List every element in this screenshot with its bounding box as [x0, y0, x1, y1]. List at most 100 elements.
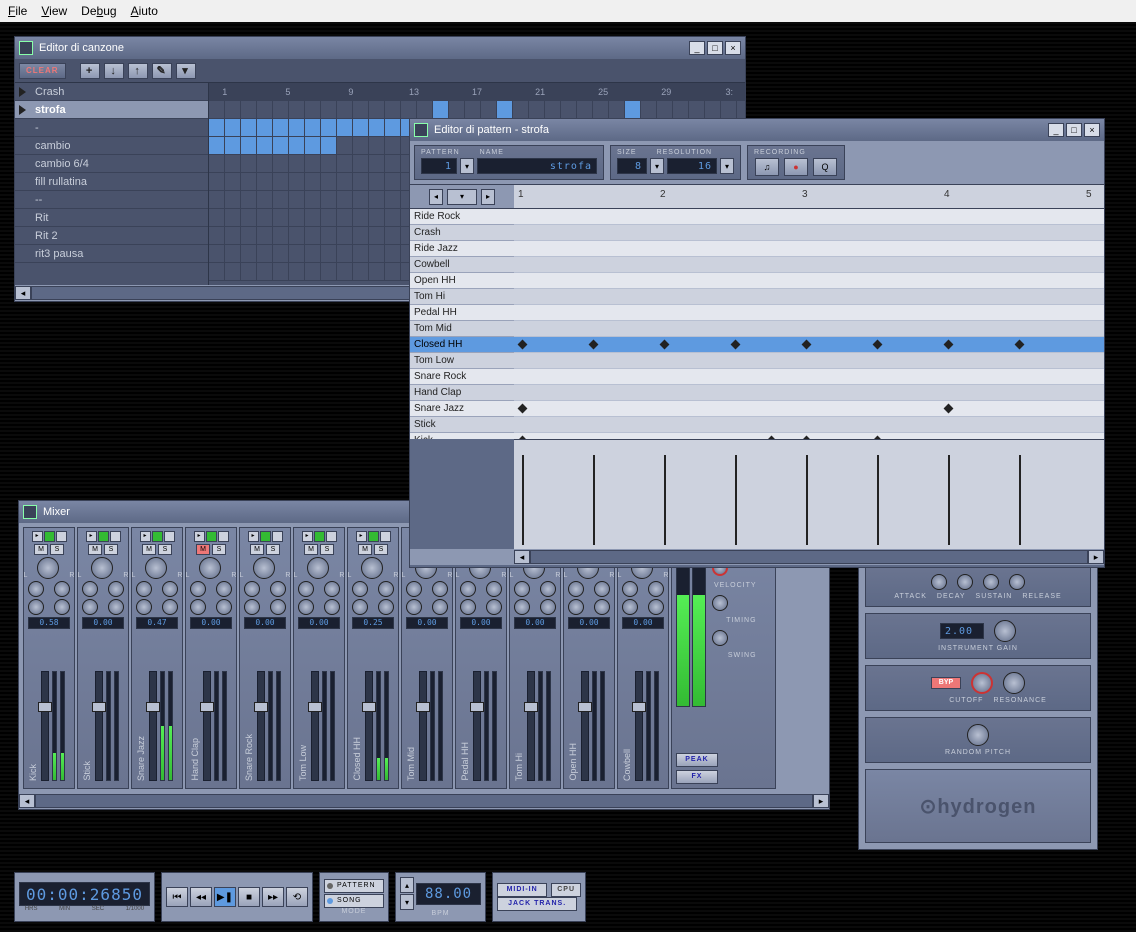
menu-file[interactable]: FFileile: [8, 4, 27, 18]
grid-cell[interactable]: [225, 209, 241, 226]
grid-cell[interactable]: [385, 101, 401, 118]
instrument-row[interactable]: Snare Rock: [410, 369, 514, 385]
grid-cell[interactable]: [353, 227, 369, 244]
bpm-display[interactable]: 88.00: [416, 883, 481, 905]
close-button[interactable]: ×: [1084, 123, 1100, 137]
edit-button[interactable]: [380, 531, 391, 542]
grid-cell[interactable]: [369, 155, 385, 172]
grid-cell[interactable]: [369, 173, 385, 190]
play-trigger-button[interactable]: ▸: [248, 531, 259, 542]
grid-cell[interactable]: [305, 191, 321, 208]
fx4-knob[interactable]: [216, 599, 232, 615]
note[interactable]: [518, 404, 528, 414]
edit-button[interactable]: [326, 531, 337, 542]
grid-cell[interactable]: [289, 119, 305, 136]
fx4-knob[interactable]: [324, 599, 340, 615]
zoom-out-button[interactable]: ◂: [429, 189, 443, 205]
grid-cell[interactable]: [273, 245, 289, 262]
velocity-knob[interactable]: [712, 595, 728, 611]
grid-cell[interactable]: [225, 155, 241, 172]
grid-cell[interactable]: [353, 119, 369, 136]
fx4-knob[interactable]: [486, 599, 502, 615]
grid-cell[interactable]: [209, 227, 225, 244]
instrument-row[interactable]: Ride Rock: [410, 209, 514, 225]
grid-cell[interactable]: [353, 209, 369, 226]
pan-knob[interactable]: [307, 557, 329, 579]
grid-cell[interactable]: [257, 173, 273, 190]
fx4-knob[interactable]: [270, 599, 286, 615]
pattern-row[interactable]: cambio 6/4: [15, 155, 208, 173]
note[interactable]: [660, 340, 670, 350]
grid-cell[interactable]: [337, 173, 353, 190]
random-pitch-knob[interactable]: [967, 724, 989, 746]
grid-cell[interactable]: [241, 209, 257, 226]
grid-cell[interactable]: [337, 155, 353, 172]
decay-knob[interactable]: [957, 574, 973, 590]
grid-cell[interactable]: [241, 155, 257, 172]
loop-button[interactable]: ⟲: [286, 887, 308, 907]
grid-cell[interactable]: [305, 227, 321, 244]
zoom-in-button[interactable]: ▸: [481, 189, 495, 205]
mute-button[interactable]: M: [358, 544, 372, 555]
grid-cell[interactable]: [481, 101, 497, 118]
instrument-row[interactable]: Ride Jazz: [410, 241, 514, 257]
pan-knob[interactable]: [37, 557, 59, 579]
grid-cell[interactable]: [369, 227, 385, 244]
resonance-knob[interactable]: [1003, 672, 1025, 694]
grid-cell[interactable]: [385, 191, 401, 208]
grid-cell[interactable]: [385, 263, 401, 280]
grid-cell[interactable]: [385, 173, 401, 190]
bpm-down-button[interactable]: ▾: [400, 894, 414, 910]
grid-cell[interactable]: [321, 173, 337, 190]
grid-cell[interactable]: [273, 119, 289, 136]
edit-button[interactable]: [164, 531, 175, 542]
note[interactable]: [873, 340, 883, 350]
grid-cell[interactable]: [305, 101, 321, 118]
solo-button[interactable]: S: [104, 544, 118, 555]
grid-cell[interactable]: [257, 155, 273, 172]
grid-cell[interactable]: [225, 191, 241, 208]
solo-button[interactable]: S: [50, 544, 64, 555]
grid-cell[interactable]: [321, 263, 337, 280]
grid-cell[interactable]: [385, 227, 401, 244]
mixer-hscroll[interactable]: ◂▸: [19, 793, 829, 809]
grid-cell[interactable]: [273, 137, 289, 154]
volume-fader[interactable]: [473, 671, 481, 781]
size-dropdown[interactable]: ▾: [650, 158, 664, 174]
grid-cell[interactable]: [225, 227, 241, 244]
minimize-button[interactable]: _: [1048, 123, 1064, 137]
grid-cell[interactable]: [289, 191, 305, 208]
stop-button[interactable]: ■: [238, 887, 260, 907]
grid-cell[interactable]: [289, 245, 305, 262]
instrument-row[interactable]: Pedal HH: [410, 305, 514, 321]
pan-knob[interactable]: [91, 557, 113, 579]
grid-cell[interactable]: [305, 119, 321, 136]
grid-cell[interactable]: [241, 137, 257, 154]
grid-cell[interactable]: [305, 137, 321, 154]
options-button[interactable]: ▾: [176, 63, 196, 79]
grid-cell[interactable]: [209, 155, 225, 172]
fx1-knob[interactable]: [244, 581, 260, 597]
note[interactable]: [1015, 340, 1025, 350]
fx3-knob[interactable]: [190, 599, 206, 615]
volume-fader[interactable]: [527, 671, 535, 781]
fx2-knob[interactable]: [108, 581, 124, 597]
fx3-knob[interactable]: [244, 599, 260, 615]
fx3-knob[interactable]: [568, 599, 584, 615]
grid-cell[interactable]: [337, 227, 353, 244]
instrument-row[interactable]: Cowbell: [410, 257, 514, 273]
pattern-number[interactable]: 1: [421, 158, 457, 174]
grid-cell[interactable]: [289, 137, 305, 154]
grid-cell[interactable]: [353, 101, 369, 118]
grid-cell[interactable]: [353, 137, 369, 154]
pattern-row[interactable]: fill rullatina: [15, 173, 208, 191]
grid-cell[interactable]: [305, 173, 321, 190]
grid-cell[interactable]: [705, 101, 721, 118]
pattern-hscroll[interactable]: ◂▸: [410, 549, 1104, 565]
mute-button[interactable]: M: [88, 544, 102, 555]
grid-cell[interactable]: [369, 191, 385, 208]
grid-cell[interactable]: [353, 263, 369, 280]
fx2-knob[interactable]: [486, 581, 502, 597]
pattern-name-field[interactable]: strofa: [477, 158, 597, 174]
volume-fader[interactable]: [581, 671, 589, 781]
